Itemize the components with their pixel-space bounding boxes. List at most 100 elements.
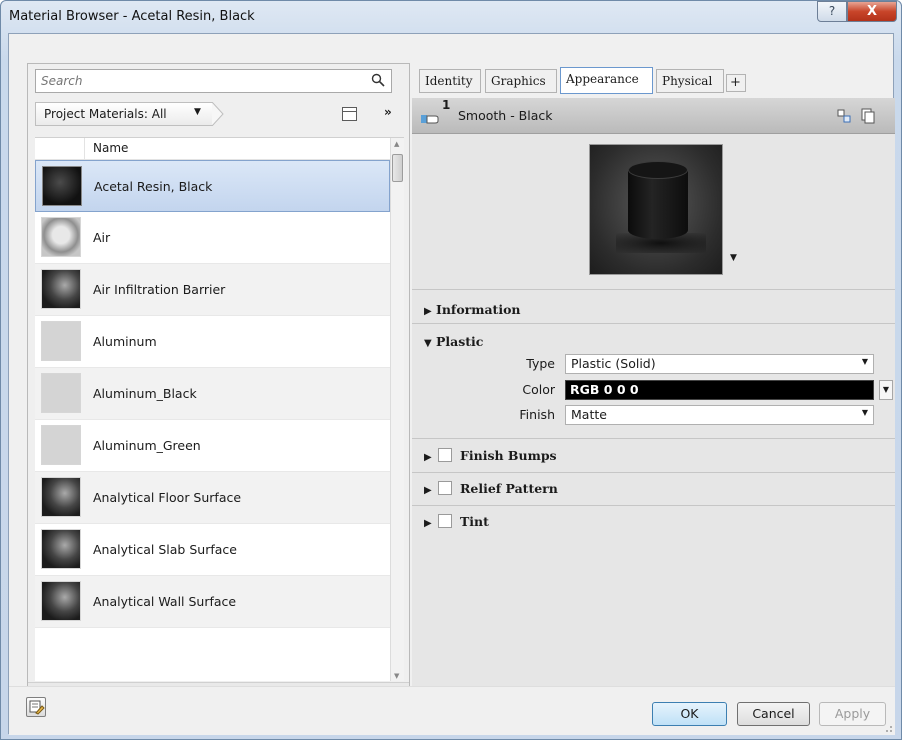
scroll-up-icon[interactable]: ▲ — [394, 140, 399, 148]
material-thumbnail — [41, 269, 81, 309]
tint-checkbox[interactable] — [438, 514, 452, 528]
scroll-thumb[interactable] — [392, 154, 403, 182]
expand-triangle-icon: ▶ — [424, 306, 432, 317]
material-row[interactable]: Aluminum_Black — [35, 368, 390, 420]
section-plastic[interactable]: ▼ Plastic — [424, 334, 483, 349]
search-input[interactable] — [36, 70, 356, 92]
dialog-client: Project Materials: All ▼ » Name Acetal R… — [8, 33, 895, 735]
material-row[interactable]: Acetal Resin, Black — [35, 160, 390, 212]
material-browser-panel: Project Materials: All ▼ » Name Acetal R… — [27, 63, 410, 715]
material-name: Aluminum_Black — [93, 386, 197, 401]
material-name: Aluminum_Green — [93, 438, 201, 453]
expand-panel-icon[interactable]: » — [384, 105, 392, 119]
materials-rows: Acetal Resin, Black Air Air Infiltration B… — [35, 160, 390, 628]
add-asset-tab-button[interactable]: + — [726, 74, 746, 92]
chevron-down-icon: ▼ — [861, 357, 868, 366]
material-row[interactable]: Analytical Floor Surface — [35, 472, 390, 524]
material-thumbnail — [41, 373, 81, 413]
expand-triangle-icon: ▶ — [424, 485, 432, 496]
ok-button[interactable]: OK — [652, 702, 727, 726]
chevron-down-icon: ▼ — [861, 408, 868, 417]
material-name: Acetal Resin, Black — [94, 179, 213, 194]
section-tint[interactable]: ▶ Tint — [424, 514, 489, 529]
divider — [412, 323, 895, 324]
asset-usage-count: 1 — [442, 98, 451, 112]
cancel-button[interactable]: Cancel — [737, 702, 810, 726]
relief-pattern-checkbox[interactable] — [438, 481, 452, 495]
material-row[interactable]: Aluminum — [35, 316, 390, 368]
tab-identity[interactable]: Identity — [419, 69, 481, 93]
material-name: Analytical Floor Surface — [93, 490, 242, 505]
finish-label: Finish — [519, 407, 555, 422]
material-thumbnail — [41, 425, 81, 465]
close-icon: X — [866, 4, 878, 19]
breadcrumb-arrow-icon — [211, 102, 224, 126]
divider — [412, 472, 895, 473]
apply-button[interactable]: Apply — [819, 702, 886, 726]
title-bar[interactable]: Material Browser - Acetal Resin, Black ?… — [1, 1, 901, 33]
material-row[interactable]: Air — [35, 212, 390, 264]
material-name: Air Infiltration Barrier — [93, 282, 226, 297]
tab-graphics[interactable]: Graphics — [485, 69, 557, 93]
tab-physical[interactable]: Physical — [656, 69, 724, 93]
window-title: Material Browser - Acetal Resin, Black — [9, 9, 255, 24]
material-row[interactable]: Aluminum_Green — [35, 420, 390, 472]
material-row[interactable]: Analytical Slab Surface — [35, 524, 390, 576]
material-thumbnail — [41, 321, 81, 361]
material-thumbnail — [41, 529, 81, 569]
search-icon[interactable] — [371, 73, 385, 87]
close-button[interactable]: X — [847, 1, 897, 22]
chevron-down-icon: ▼ — [194, 107, 201, 117]
filter-label: Project Materials: All — [44, 107, 167, 121]
preview-cylinder-top — [628, 161, 688, 179]
resize-grip-icon[interactable] — [883, 723, 893, 733]
preview-options-icon[interactable]: ▼ — [730, 253, 737, 263]
material-row[interactable]: Air Infiltration Barrier — [35, 264, 390, 316]
type-value: Plastic (Solid) — [571, 356, 656, 371]
divider — [412, 438, 895, 439]
material-name: Air — [93, 230, 111, 245]
search-box[interactable] — [35, 69, 392, 93]
section-information[interactable]: ▶ Information — [424, 302, 521, 317]
expand-triangle-icon: ▶ — [424, 452, 432, 463]
duplicate-asset-icon[interactable] — [861, 108, 875, 124]
chevron-down-icon: ▼ — [882, 385, 890, 394]
toggle-view-icon[interactable] — [342, 107, 357, 121]
type-label: Type — [526, 356, 555, 371]
tab-appearance[interactable]: Appearance — [560, 67, 653, 94]
edit-icon — [29, 700, 45, 715]
help-button[interactable]: ? — [817, 1, 847, 22]
name-column-header[interactable]: Name — [93, 141, 128, 155]
color-swatch[interactable]: RGB 0 0 0 — [565, 380, 874, 400]
thumbnail-column-header — [35, 138, 85, 160]
hand-icon — [421, 115, 439, 124]
dialog-footer: OK Cancel Apply — [9, 686, 895, 735]
library-filter-dropdown[interactable]: Project Materials: All ▼ — [35, 102, 213, 126]
list-scrollbar[interactable]: ▲ ▼ — [390, 138, 404, 681]
replace-asset-icon[interactable] — [837, 109, 851, 123]
material-name: Analytical Wall Surface — [93, 594, 237, 609]
divider — [412, 505, 895, 506]
type-select[interactable]: Plastic (Solid) ▼ — [565, 354, 874, 374]
list-header: Name — [35, 138, 390, 160]
preview-cylinder — [628, 169, 688, 239]
asset-name: Smooth - Black — [458, 108, 553, 123]
asset-header: 1 Smooth - Black — [412, 98, 895, 134]
color-options-button[interactable]: ▼ — [879, 380, 893, 400]
finish-value: Matte — [571, 407, 607, 422]
finish-select[interactable]: Matte ▼ — [565, 405, 874, 425]
help-icon: ? — [828, 4, 836, 18]
section-finish-bumps[interactable]: ▶ Finish Bumps — [424, 448, 557, 463]
scroll-down-icon[interactable]: ▼ — [394, 672, 399, 680]
material-editor-icon[interactable] — [26, 697, 46, 717]
color-value: RGB 0 0 0 — [570, 382, 639, 397]
section-relief-pattern[interactable]: ▶ Relief Pattern — [424, 481, 558, 496]
material-thumbnail — [41, 217, 81, 257]
appearance-preview — [589, 144, 723, 275]
material-row[interactable]: Analytical Wall Surface — [35, 576, 390, 628]
finish-bumps-checkbox[interactable] — [438, 448, 452, 462]
materials-list[interactable]: Name Acetal Resin, Black Air Air Infiltrat… — [35, 137, 404, 681]
filter-row: Project Materials: All ▼ » — [28, 100, 409, 130]
material-thumbnail — [41, 581, 81, 621]
collapse-triangle-icon: ▼ — [424, 338, 432, 349]
